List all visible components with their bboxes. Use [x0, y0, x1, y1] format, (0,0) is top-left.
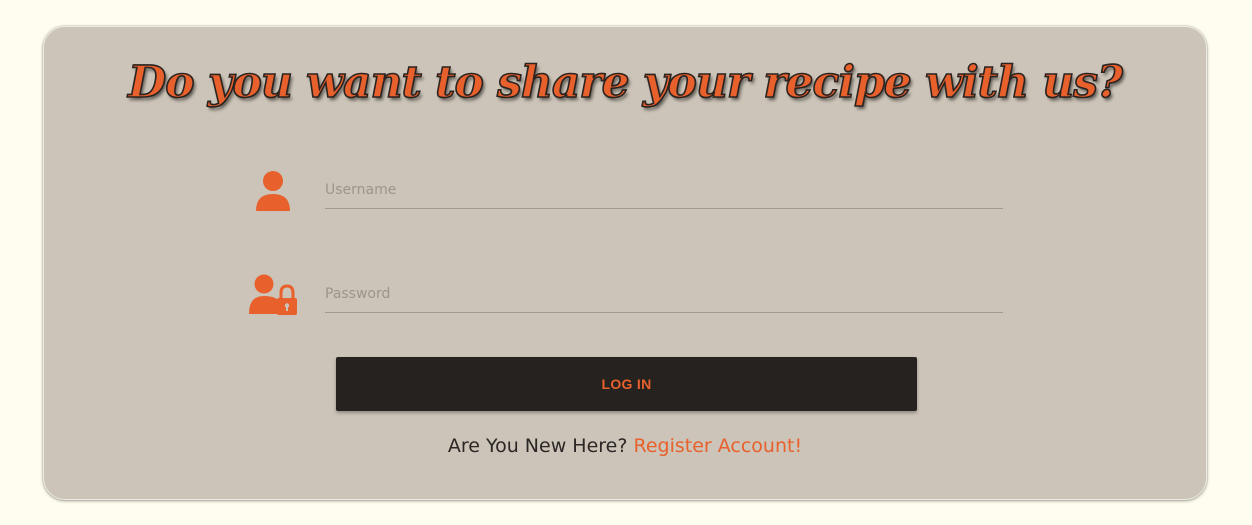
login-card: Do you want to share your recipe with us… — [43, 26, 1207, 500]
page-title: Do you want to share your recipe with us… — [127, 56, 1123, 109]
login-button[interactable]: LOG IN — [336, 357, 917, 411]
register-account-link[interactable]: Register Account! — [633, 435, 802, 457]
register-prompt-text: Are You New Here? — [447, 435, 628, 457]
register-prompt-line: Are You New Here? Register Account! — [44, 435, 1206, 457]
user-icon — [256, 171, 290, 211]
username-input[interactable] — [325, 175, 1003, 209]
user-lock-icon — [249, 274, 297, 315]
password-input[interactable] — [325, 279, 1003, 313]
